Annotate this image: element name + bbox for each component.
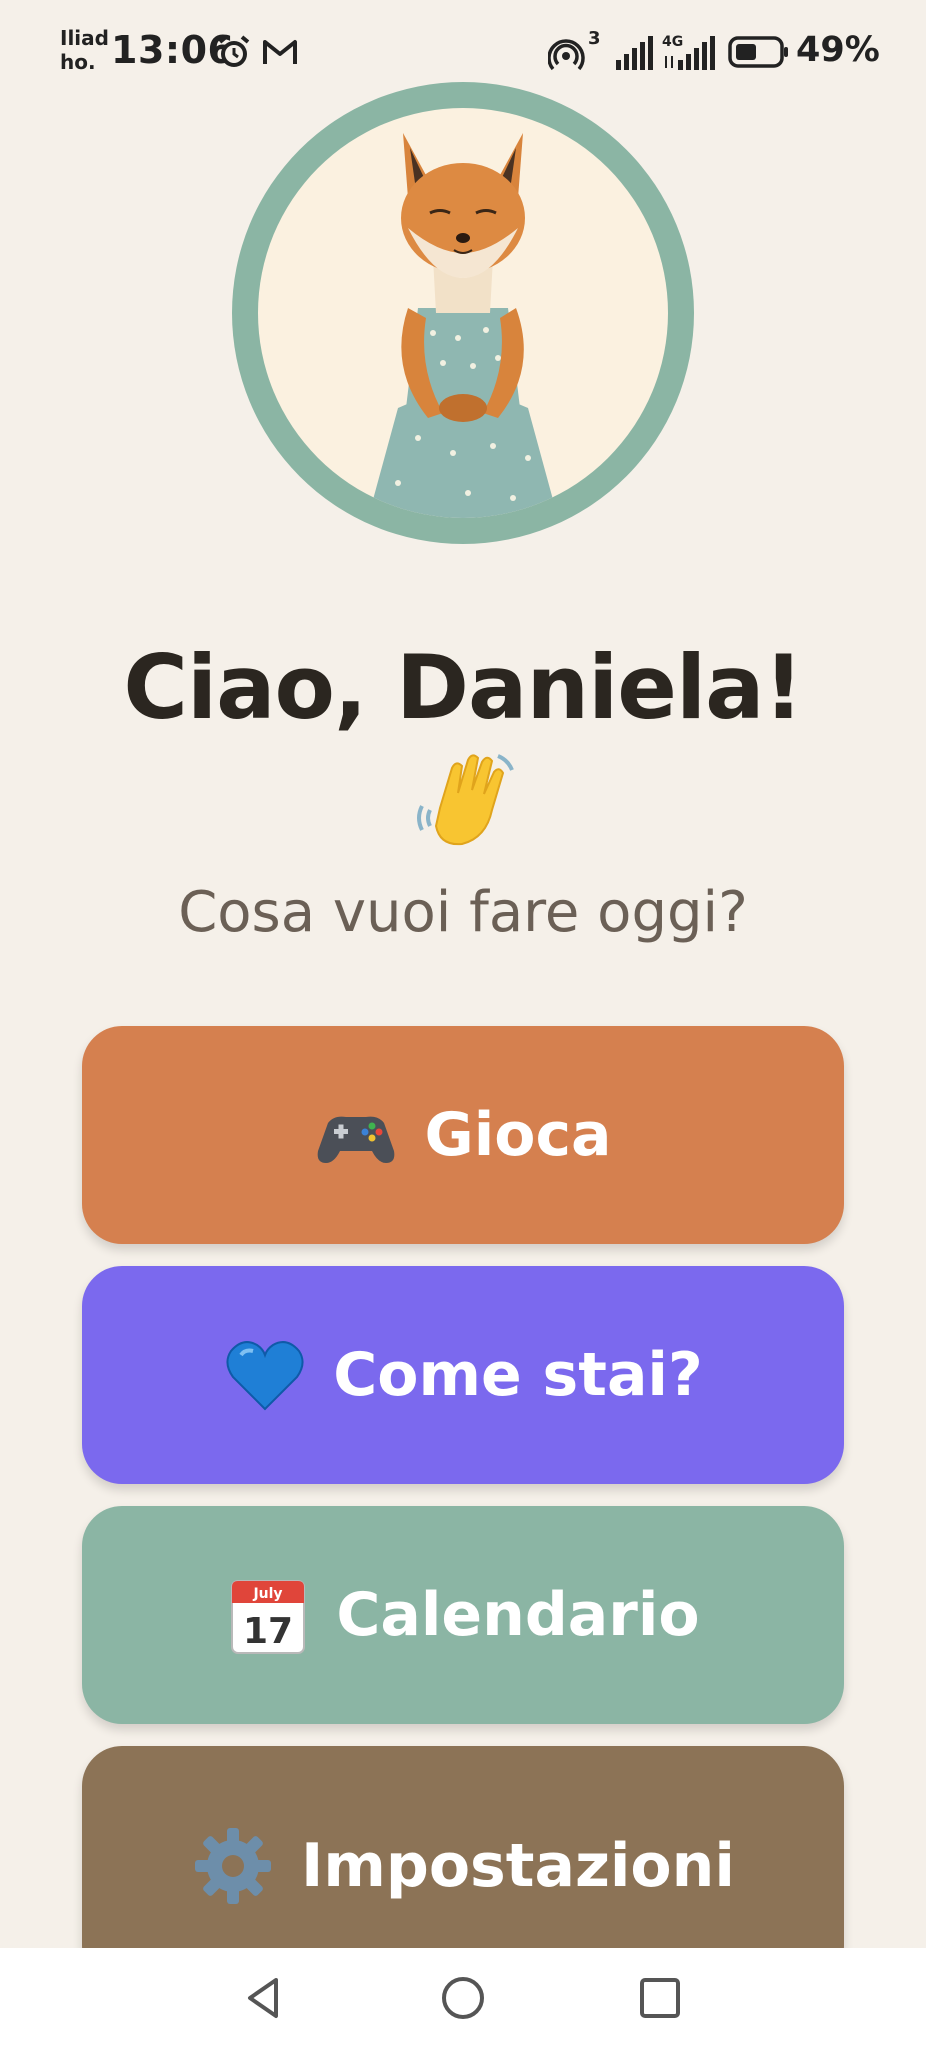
alarm-icon bbox=[218, 35, 250, 67]
hotspot-icon bbox=[548, 39, 585, 71]
come-stai-label: Come stai? bbox=[333, 1340, 703, 1410]
signal-icon bbox=[616, 36, 653, 70]
back-icon[interactable] bbox=[236, 1970, 292, 2026]
carrier-label: Iliad ho. bbox=[60, 26, 109, 74]
gear-icon bbox=[195, 1828, 272, 1904]
home-icon[interactable] bbox=[435, 1970, 491, 2026]
gioca-label: Gioca bbox=[424, 1100, 612, 1170]
come-stai-button[interactable]: Come stai? bbox=[82, 1266, 844, 1484]
impostazioni-label: Impostazioni bbox=[301, 1831, 735, 1901]
greeting-title: Ciao, Daniela! bbox=[123, 636, 803, 739]
avatar-image bbox=[258, 108, 668, 518]
fox-avatar-icon bbox=[368, 133, 558, 518]
recents-icon[interactable] bbox=[632, 1970, 688, 2026]
calendar-icon-month: July bbox=[253, 1586, 283, 1602]
hotspot-count: 3 bbox=[588, 28, 601, 49]
calendario-button[interactable]: July 17 Calendario bbox=[82, 1506, 844, 1724]
4g-signal-icon bbox=[665, 36, 715, 70]
calendar-icon-day: 17 bbox=[243, 1611, 293, 1652]
calendar-icon: July 17 bbox=[231, 1580, 306, 1654]
navigation-bar bbox=[0, 1948, 926, 2048]
gamepad-icon bbox=[318, 1116, 395, 1163]
profile-avatar bbox=[232, 82, 694, 544]
waving-hand-icon bbox=[417, 754, 514, 846]
battery-icon bbox=[728, 36, 788, 68]
blue-heart-icon bbox=[226, 1341, 304, 1411]
gmail-icon bbox=[263, 40, 297, 64]
greeting-subtitle: Cosa vuoi fare oggi? bbox=[178, 880, 748, 945]
calendario-label: Calendario bbox=[336, 1580, 700, 1650]
battery-percentage: 49% bbox=[796, 30, 880, 70]
gioca-button[interactable]: Gioca bbox=[82, 1026, 844, 1244]
